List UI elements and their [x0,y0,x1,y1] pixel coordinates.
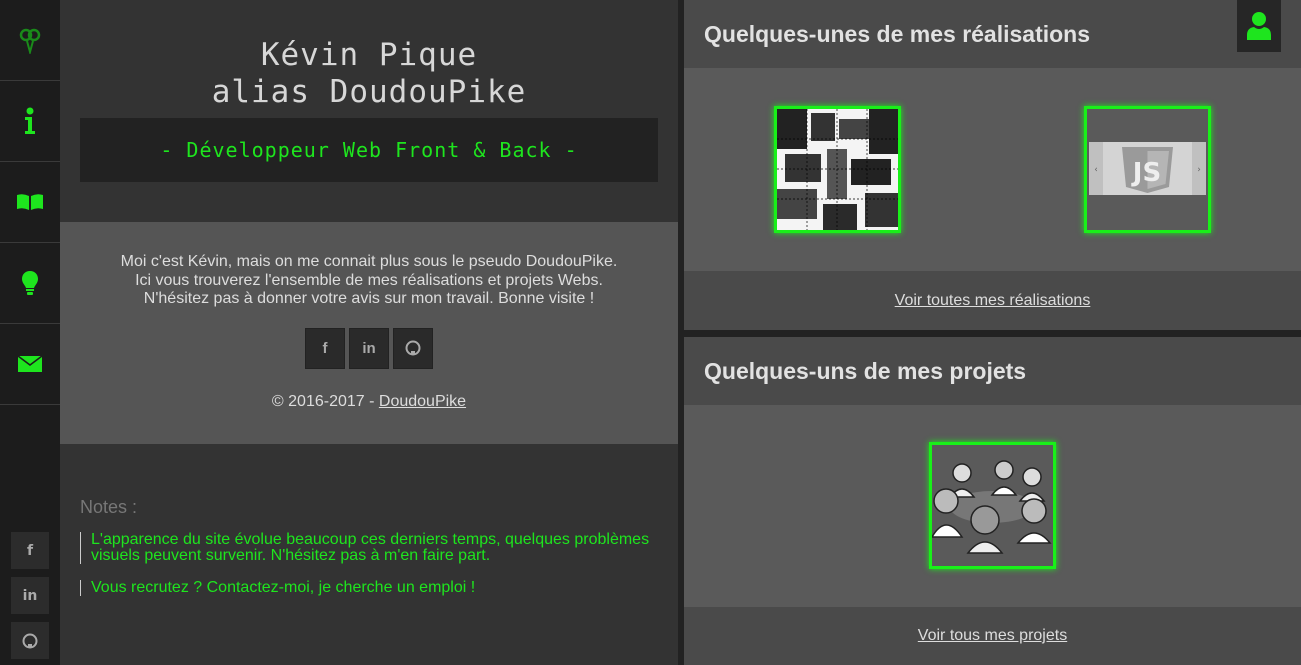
social-links: f in [60,327,678,369]
svg-text:JS: JS [1131,158,1161,188]
copyright-link[interactable]: DoudouPike [379,393,466,410]
nav-realisations[interactable] [0,162,60,243]
profile-name-line2: alias DoudouPike [211,74,527,110]
logo-icon [19,28,41,54]
facebook-icon: f [26,542,34,559]
lightbulb-icon [22,271,38,295]
showcase-column: Quelques-unes de mes réalisations ‹ › JS… [678,0,1301,665]
copyright: © 2016-2017 - DoudouPike [60,393,678,411]
profile-tagline: - Développeur Web Front & Back - [160,138,578,162]
facebook-button[interactable]: f [305,327,345,369]
envelope-icon [17,355,43,372]
nav-about[interactable] [0,81,60,162]
notes-title: Notes : [80,497,138,517]
sidebar-linkedin-button[interactable]: in [11,577,49,614]
realisations-footer: Voir toutes mes réalisations [684,271,1301,330]
notes-section: Notes : L'apparence du site évolue beauc… [60,444,678,596]
about-line: Moi c'est Kévin, mais on me connait plus… [120,253,618,270]
collage-image [777,109,898,230]
linkedin-button[interactable]: in [349,327,389,369]
nav-home[interactable] [0,0,60,81]
note-item: Vous recrutez ? Contactez-moi, je cherch… [80,580,658,596]
about-line: Ici vous trouverez l'ensemble de mes réa… [135,271,603,289]
all-projets-link[interactable]: Voir tous mes projets [918,627,1067,645]
realisations-title: Quelques-unes de mes réalisations [704,20,1091,47]
svg-text:›: › [1197,165,1201,175]
linkedin-icon: in [22,587,38,604]
projets-panel: Quelques-uns de mes projets Voir tous me… [684,337,1301,665]
github-button[interactable] [393,327,433,369]
projets-footer: Voir tous mes projets [684,607,1301,665]
linkedin-icon: in [362,339,376,357]
nav-projets[interactable] [0,243,60,324]
user-account-button[interactable] [1237,0,1281,52]
book-icon [17,194,43,210]
all-realisations-link[interactable]: Voir toutes mes réalisations [895,292,1091,310]
nav-contact[interactable] [0,324,60,405]
facebook-icon: f [322,339,328,357]
about-section: Moi c'est Kévin, mais on me connait plus… [60,222,678,444]
github-icon [405,340,421,356]
projets-gallery [684,405,1301,607]
realisation-thumbnail-js[interactable]: ‹ › JS [1084,106,1211,233]
github-icon [22,633,38,648]
icon-sidebar: f in [0,0,60,665]
user-icon [1247,12,1271,40]
projets-header: Quelques-uns de mes projets [684,337,1301,405]
realisations-panel: Quelques-unes de mes réalisations ‹ › JS… [684,0,1301,330]
note-item: L'apparence du site évolue beaucoup ces … [80,532,658,564]
realisation-thumbnail-collage[interactable] [774,106,901,233]
sidebar-github-button[interactable] [11,622,49,659]
copyright-text: © 2016-2017 - [271,392,379,410]
projet-thumbnail-team[interactable] [929,442,1056,569]
info-icon [25,107,35,134]
realisations-header: Quelques-unes de mes réalisations [684,0,1301,68]
realisations-gallery: ‹ › JS [684,68,1301,271]
sidebar-facebook-button[interactable]: f [11,532,49,569]
profile-hero: Kévin Pique alias DoudouPike - Développe… [60,0,678,222]
about-line: N'hésitez pas à donner votre avis sur mo… [143,290,595,307]
profile-name-line1: Kévin Pique [260,37,478,73]
tagline-box: - Développeur Web Front & Back - [80,118,658,182]
projets-title: Quelques-uns de mes projets [704,357,1027,384]
javascript-slider-image: ‹ › JS [1087,109,1208,230]
svg-text:‹: ‹ [1094,165,1098,175]
team-meeting-image [932,445,1053,566]
profile-column: Kévin Pique alias DoudouPike - Développe… [60,0,678,665]
